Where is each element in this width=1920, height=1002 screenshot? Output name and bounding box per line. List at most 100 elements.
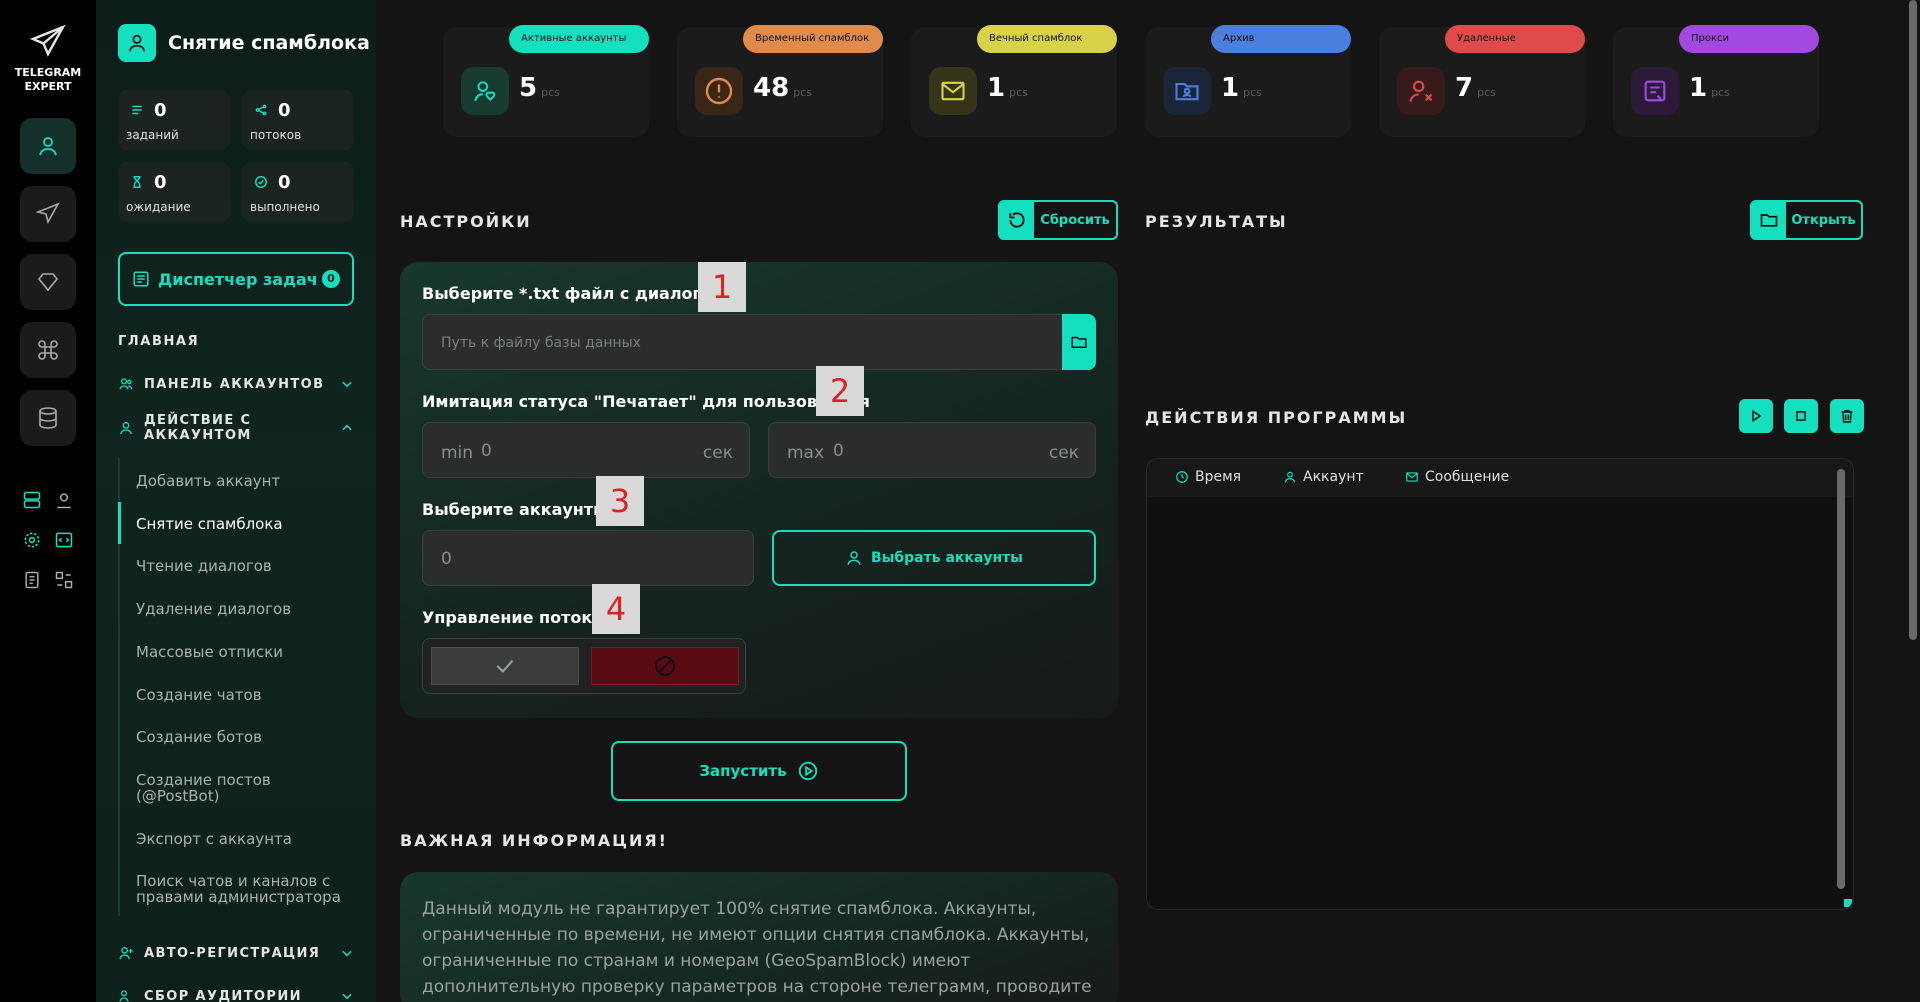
rail-diamond-button[interactable] xyxy=(20,254,76,310)
play-button[interactable] xyxy=(1739,399,1773,433)
select-accounts-button[interactable]: Выбрать аккаунты xyxy=(772,530,1096,586)
sub-item-delete-dialogs[interactable]: Удаление диалогов xyxy=(136,601,356,617)
brand-line1: TELEGRAM xyxy=(14,66,82,79)
step-tag-2: 2 xyxy=(816,366,864,416)
users-icon xyxy=(119,378,133,390)
settings-gear-icon[interactable] xyxy=(20,528,44,552)
block-icon xyxy=(655,656,675,676)
document-icon[interactable] xyxy=(20,568,44,592)
sub-item-mass-unsubscribe[interactable]: Массовые отписки xyxy=(136,644,356,660)
accounts-count-input[interactable]: 0 xyxy=(422,530,754,586)
task-dispatcher-button[interactable]: Диспетчер задач 0 xyxy=(118,252,354,306)
dispatcher-count-badge: 0 xyxy=(322,270,340,288)
folder-icon xyxy=(1752,202,1786,238)
page-title: Снятие спамблока xyxy=(168,32,370,54)
sub-item-add-account[interactable]: Добавить аккаунт xyxy=(136,473,356,489)
resize-handle[interactable] xyxy=(1844,899,1852,907)
sub-item-read-dialogs[interactable]: Чтение диалогов xyxy=(136,558,356,574)
send-icon xyxy=(36,202,60,225)
max-delay-input[interactable]: max 0 сек xyxy=(768,422,1096,478)
step-tag-3: 3 xyxy=(596,476,644,526)
settings-heading: НАСТРОЙКИ xyxy=(400,212,532,231)
command-icon xyxy=(38,340,58,360)
launch-button[interactable]: Запустить xyxy=(611,741,907,801)
page-scrollbar[interactable] xyxy=(1909,0,1917,640)
play-icon xyxy=(1752,409,1762,423)
card-permanent-spamblock[interactable]: Вечный спамблок 1 pcs xyxy=(911,25,1117,137)
stat-tasks: 0 заданий xyxy=(118,90,230,150)
threads-enable-button[interactable] xyxy=(431,647,579,685)
col-account: Аккаунт xyxy=(1283,469,1364,485)
min-delay-input[interactable]: min 0 сек xyxy=(422,422,750,478)
rail-accounts-button[interactable] xyxy=(20,118,76,174)
rail-send-button[interactable] xyxy=(20,186,76,242)
card-proxy[interactable]: Прокси 1 pcs xyxy=(1613,25,1819,137)
reset-button[interactable]: Сбросить xyxy=(998,200,1118,240)
col-message: Сообщение xyxy=(1405,469,1509,485)
col-time: Время xyxy=(1175,469,1241,485)
card-temp-spamblock[interactable]: Временный спамблок 48 pcs xyxy=(677,25,883,137)
sub-item-export[interactable]: Экспорт с аккаунта xyxy=(136,831,356,847)
sub-item-spamblock[interactable]: Снятие спамблока xyxy=(136,516,356,532)
rail-database-button[interactable] xyxy=(20,390,76,446)
card-active-accounts[interactable]: Активные аккаунты 5 pcs xyxy=(443,25,649,137)
icon-rail: TELEGRAM EXPERT xyxy=(0,0,96,1002)
user-x-icon xyxy=(1397,67,1445,115)
hourglass-icon xyxy=(130,175,144,189)
clock-icon xyxy=(1176,471,1188,483)
browse-folder-button[interactable] xyxy=(1062,314,1096,370)
settings-panel: Выберите *.txt файл с диалогами 1 Путь к… xyxy=(400,262,1118,718)
info-heading: ВАЖНАЯ ИНФОРМАЦИЯ! xyxy=(400,831,668,850)
alert-circle-icon xyxy=(695,67,743,115)
swap-icon[interactable] xyxy=(52,568,76,592)
typing-label: Имитация статуса "Печатает" для пользова… xyxy=(422,392,870,411)
sub-item-admin-search[interactable]: Поиск чатов и каналов с правами админист… xyxy=(136,873,356,905)
menu-audience[interactable]: СБОР АУДИТОРИИ xyxy=(118,986,354,1002)
menu-accounts-panel[interactable]: ПАНЕЛЬ АККАУНТОВ xyxy=(118,374,354,394)
card-deleted[interactable]: Удаленные 7 pcs xyxy=(1379,25,1585,137)
stat-threads: 0 потоков xyxy=(242,90,354,150)
rail-command-button[interactable] xyxy=(20,322,76,378)
chevron-down-icon xyxy=(342,381,352,388)
actions-heading: ДЕЙСТВИЯ ПРОГРАММЫ xyxy=(1145,408,1408,427)
stop-button[interactable] xyxy=(1784,399,1818,433)
reset-icon xyxy=(1000,202,1034,238)
sub-item-create-posts[interactable]: Создание постов (@PostBot) xyxy=(136,772,356,804)
threads-disable-button[interactable] xyxy=(591,647,739,685)
threads-control xyxy=(422,638,746,694)
proxy-icon xyxy=(1631,67,1679,115)
info-panel: Данный модуль не гарантирует 100% снятие… xyxy=(400,872,1118,1002)
user-plus-icon xyxy=(119,947,133,960)
server-icon[interactable] xyxy=(20,488,44,512)
stop-icon xyxy=(1796,411,1806,421)
trash-icon xyxy=(1841,409,1853,423)
file-label: Выберите *.txt файл с диалогами xyxy=(422,284,736,303)
step-tag-4: 4 xyxy=(592,584,640,634)
section-main: ГЛАВНАЯ xyxy=(118,334,200,349)
card-archive[interactable]: Архив 1 pcs xyxy=(1145,25,1351,137)
menu-account-action[interactable]: ДЕЙСТВИЕ С АККАУНТОМ xyxy=(118,413,354,443)
step-tag-1: 1 xyxy=(698,262,746,312)
log-scrollbar[interactable] xyxy=(1837,469,1845,889)
users-icon xyxy=(119,990,129,1002)
database-icon xyxy=(39,407,57,429)
results-heading: РЕЗУЛЬТАТЫ xyxy=(1145,212,1288,231)
clear-log-button[interactable] xyxy=(1830,399,1864,433)
log-header: Время Аккаунт Сообщение xyxy=(1147,459,1853,497)
user-icon xyxy=(120,422,132,435)
sub-item-create-bots[interactable]: Создание ботов xyxy=(136,729,356,745)
file-path-input[interactable]: Путь к файлу базы данных xyxy=(422,314,1096,370)
module-user-icon xyxy=(118,24,156,62)
open-results-button[interactable]: Открыть xyxy=(1750,200,1863,240)
share-icon xyxy=(254,103,268,117)
code-window-icon[interactable] xyxy=(52,528,76,552)
location-user-icon[interactable] xyxy=(52,488,76,512)
user-icon xyxy=(39,137,57,156)
list-icon xyxy=(130,103,144,117)
sub-item-create-chats[interactable]: Создание чатов xyxy=(136,687,356,703)
menu-auto-registration[interactable]: АВТО-РЕГИСТРАЦИЯ xyxy=(118,943,354,963)
telegram-logo-icon xyxy=(30,24,66,60)
stat-done: 0 выполнено xyxy=(242,162,354,222)
stat-waiting: 0 ожидание xyxy=(118,162,230,222)
folder-icon xyxy=(1071,336,1087,348)
